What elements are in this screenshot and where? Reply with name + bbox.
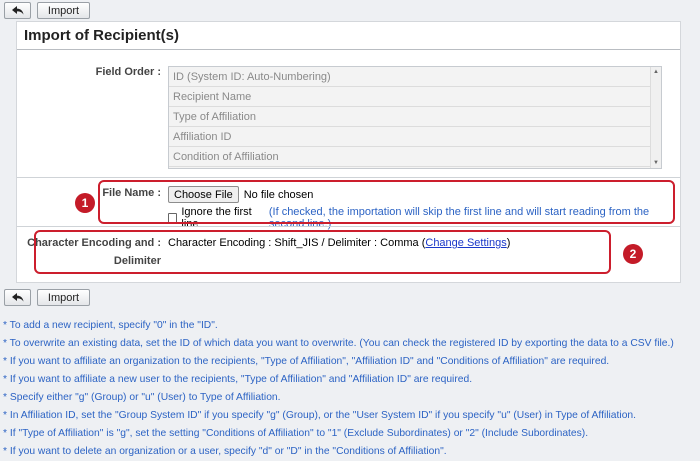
note-line: * If you want to delete an organization … — [3, 446, 447, 457]
import-button[interactable]: Import — [37, 2, 90, 19]
note-line: * To add a new recipient, specify "0" in… — [3, 320, 218, 331]
annotation-box-2 — [34, 230, 611, 274]
back-button[interactable] — [4, 2, 31, 19]
title-divider — [17, 49, 680, 50]
row-divider — [17, 177, 680, 178]
list-item: Type of Affiliation — [169, 107, 661, 127]
note-line: * If you want to affiliate a new user to… — [3, 374, 473, 385]
top-toolbar: Import — [4, 2, 90, 19]
list-item: Condition of Affiliation — [169, 147, 661, 167]
page-title: Import of Recipient(s) — [24, 27, 180, 44]
note-line: * Specify either "g" (Group) or "u" (Use… — [3, 392, 281, 403]
note-line: * In Affiliation ID, set the "Group Syst… — [3, 410, 637, 421]
import-notes: * To add a new recipient, specify "0" in… — [3, 317, 697, 461]
scroll-down-icon[interactable]: ▼ — [653, 160, 659, 166]
list-scrollbar[interactable]: ▲ ▼ — [650, 67, 661, 168]
list-item: ID (System ID: Auto-Numbering) — [169, 67, 661, 87]
bottom-toolbar: Import — [4, 289, 90, 306]
field-order-label: Field Order : — [95, 66, 161, 78]
annotation-box-1 — [98, 180, 675, 224]
import-button[interactable]: Import — [37, 289, 90, 306]
note-line: * To overwrite an existing data, set the… — [3, 338, 674, 349]
field-order-list[interactable]: ID (System ID: Auto-Numbering) Recipient… — [168, 66, 662, 169]
list-item: Recipient Name — [169, 87, 661, 107]
list-item: Affiliation ID — [169, 127, 661, 147]
back-arrow-icon — [11, 293, 23, 302]
scroll-up-icon[interactable]: ▲ — [653, 69, 659, 75]
note-line: * If you want to affiliate an organizati… — [3, 356, 610, 367]
back-button[interactable] — [4, 289, 31, 306]
note-line: * If "Type of Affiliation" is "g", set t… — [3, 428, 589, 439]
back-arrow-icon — [11, 6, 23, 15]
row-divider — [17, 226, 680, 227]
annotation-badge-2: 2 — [623, 244, 643, 264]
annotation-badge-1: 1 — [75, 193, 95, 213]
